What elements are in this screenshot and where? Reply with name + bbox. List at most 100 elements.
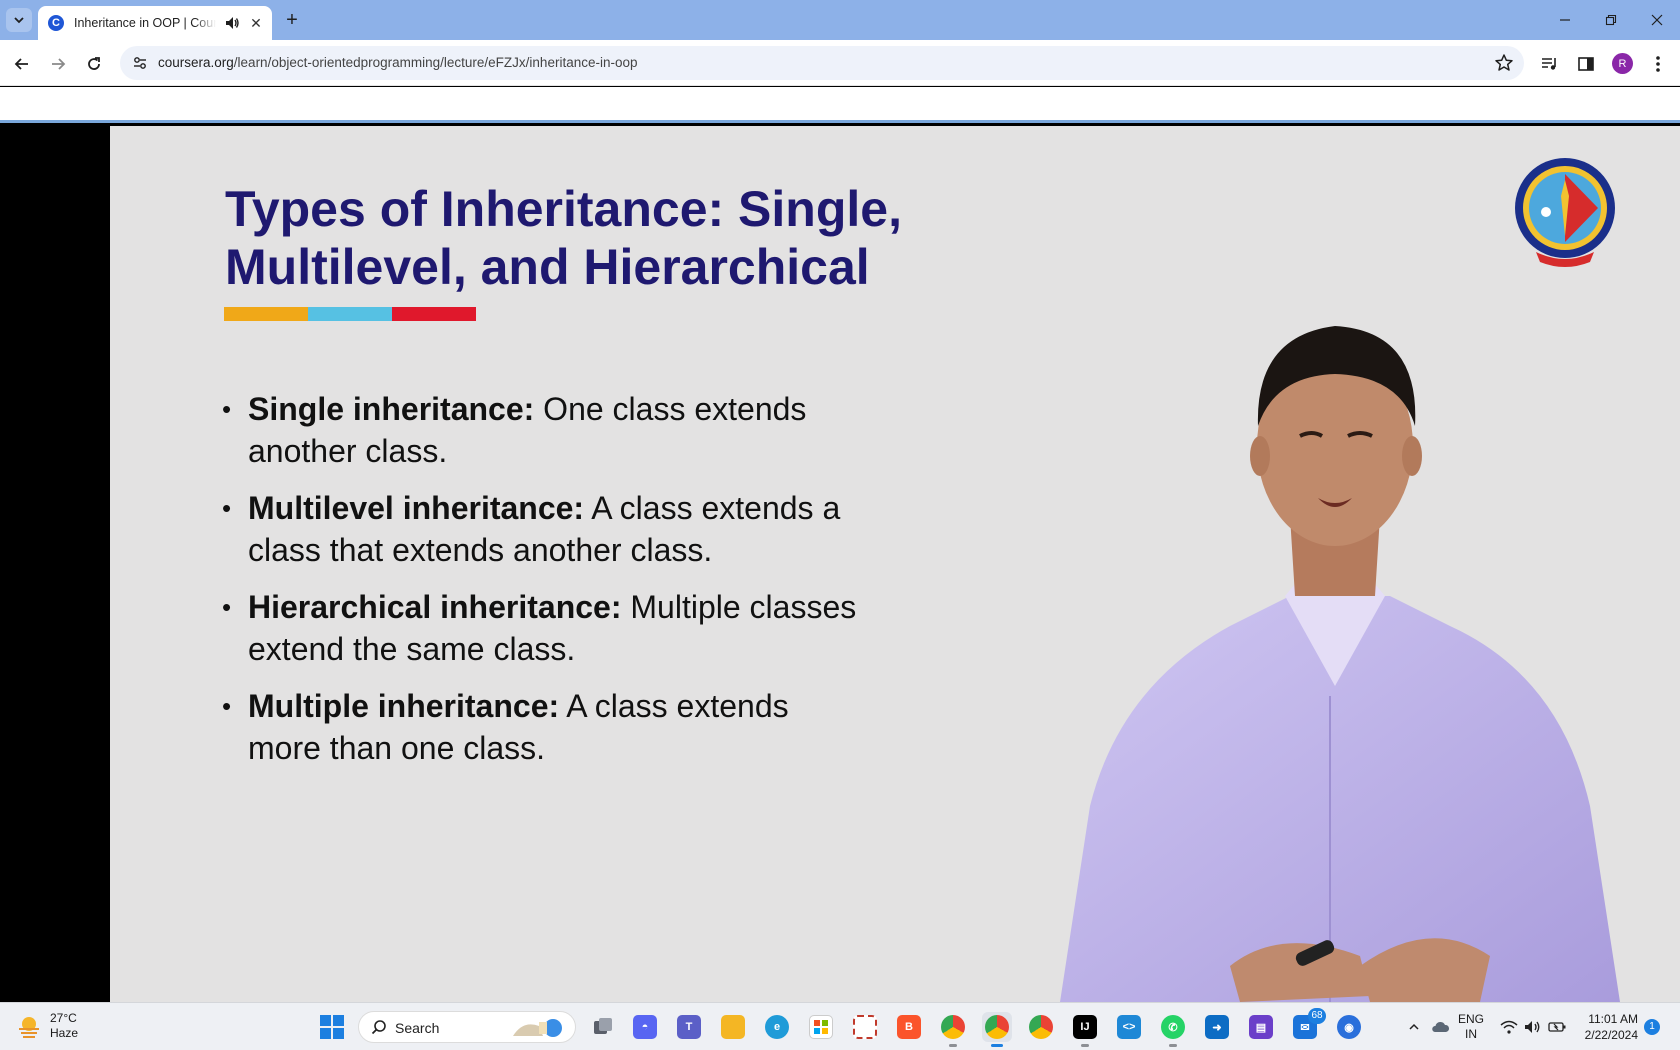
folder-icon [721,1015,745,1039]
lecture-video-player[interactable]: Types of Inheritance: Single, Multilevel… [0,126,1680,1002]
taskbar-app-clipchamp[interactable]: ▤ [1246,1012,1276,1042]
site-info-button[interactable] [128,51,152,75]
taskbar-app-whatsapp[interactable]: ✆ [1158,1012,1188,1047]
url-text[interactable]: coursera.org/learn/object-orientedprogra… [158,55,638,70]
taskbar-app-intellij[interactable]: IJ [1070,1012,1100,1047]
language-code: ENG [1458,1012,1485,1026]
teams-icon: T [677,1015,701,1039]
mail-unread-badge: 68 [1308,1008,1326,1024]
browser-menu-button[interactable] [1646,52,1670,76]
minimize-button[interactable] [1542,6,1588,34]
arrow-right-icon [52,58,66,70]
restore-button[interactable] [1588,6,1634,34]
taskbar-app-vscode[interactable]: <> [1114,1012,1144,1042]
brave-icon: B [897,1015,921,1039]
arrow-left-icon [14,58,28,70]
tune-icon [134,57,146,69]
list-item: Hierarchical inheritance: Multiple class… [222,586,862,670]
taskbar-app-chrome-profile-1[interactable] [938,1012,968,1047]
weather-temp: 27°C [50,1011,77,1025]
taskbar-app-brave[interactable]: B [894,1012,924,1042]
tab-close-button[interactable]: ✕ [248,15,264,31]
bookmark-star-icon[interactable] [1494,53,1514,73]
lecture-slide: Types of Inheritance: Single, Multilevel… [110,126,1680,1002]
edge-icon: e [765,1015,789,1039]
tab-title: Inheritance in OOP | Coursera [74,16,216,30]
speaker-icon[interactable] [224,15,240,31]
tab-search-button[interactable] [6,8,32,32]
taskbar-app-discord[interactable]: ◓ [630,1012,660,1042]
weather-widget[interactable]: 27°C Haze [16,1011,78,1041]
reload-button[interactable] [80,50,108,78]
search-placeholder: Search [395,1020,440,1036]
weather-condition: Haze [50,1026,79,1040]
playlist-music-icon [1542,58,1556,70]
wifi-tray-icon[interactable] [1498,1013,1520,1041]
speaker-icon [1525,1021,1540,1033]
taskbar-app-snipping-tool[interactable] [850,1012,880,1042]
close-window-button[interactable] [1634,6,1680,34]
taskbar-app-mail[interactable]: ✉ 68 [1290,1008,1326,1042]
start-button[interactable] [320,1015,344,1039]
list-item: Single inheritance: One class extends an… [222,388,862,472]
chrome-icon [1029,1015,1053,1039]
taskbar-app-chrome-profile-r[interactable] [982,1012,1012,1047]
windows-taskbar: 27°C Haze Search ◓ T e B IJ <> ✆ ➜ ▤ ✉ 6… [0,1002,1680,1050]
more-vertical-icon [1656,56,1660,72]
clock-time: 11:01 AM [1588,1012,1638,1026]
bullet-list: Single inheritance: One class extends an… [222,388,862,784]
task-view-icon [591,1015,615,1039]
forward-button[interactable] [44,50,72,78]
onedrive-tray-icon[interactable] [1428,1013,1452,1041]
battery-tray-icon[interactable] [1546,1013,1568,1041]
browser-toolbar: coursera.org/learn/object-orientedprogra… [0,40,1680,86]
taskbar-app-edge[interactable]: e [762,1012,792,1042]
system-clock[interactable]: 11:01 AM 2/22/2024 [1578,1011,1638,1043]
volume-tray-icon[interactable] [1522,1013,1544,1041]
tab-strip: C Inheritance in OOP | Coursera ✕ + [0,0,1680,40]
presenter-figure [1060,326,1620,1002]
restore-icon [1605,14,1617,26]
title-accent-bar [224,307,478,321]
page-header-strip [0,87,1680,123]
remote-desktop-icon: ➜ [1205,1015,1229,1039]
new-tab-button[interactable]: + [280,9,304,31]
task-view-button[interactable] [588,1012,618,1042]
url-path: /learn/object-orientedprogramming/lectur… [233,55,638,70]
taskbar-search-box[interactable]: Search [358,1011,576,1043]
notification-count-badge[interactable]: 1 [1644,1019,1660,1035]
taskbar-app-remote[interactable]: ➜ [1202,1012,1232,1042]
media-controls-button[interactable] [1538,52,1562,76]
search-icon [371,1020,386,1035]
list-item: Multiple inheritance: A class extends mo… [222,685,862,769]
haze-sun-icon [19,1017,39,1038]
taskbar-app-chrome[interactable] [1026,1012,1056,1042]
taskbar-app-teams[interactable]: T [674,1012,704,1042]
battery-icon [1548,1022,1566,1032]
bullet-term: Hierarchical inheritance: [248,589,622,625]
vscode-icon: <> [1117,1015,1141,1039]
search-highlight-art-icon [513,1019,562,1037]
chrome-icon [985,1015,1009,1039]
region-code: IN [1465,1027,1477,1041]
store-icon [809,1015,833,1039]
side-panel-button[interactable] [1574,52,1598,76]
taskbar-app-file-explorer[interactable] [718,1012,748,1042]
firefox-icon: ◉ [1337,1015,1361,1039]
snipping-tool-icon [853,1015,877,1039]
side-panel-icon [1578,57,1594,71]
chevron-up-icon [1409,1023,1419,1030]
tab-coursera[interactable]: C Inheritance in OOP | Coursera ✕ [38,6,272,40]
institute-seal-logo [1515,158,1615,267]
taskbar-app-store[interactable] [806,1012,836,1042]
intellij-icon: IJ [1073,1015,1097,1039]
address-bar[interactable]: coursera.org/learn/object-orientedprogra… [120,46,1524,80]
close-icon [1651,14,1663,26]
back-button[interactable] [8,50,36,78]
taskbar-app-firefox[interactable]: ◉ [1334,1012,1364,1042]
show-hidden-icons-button[interactable] [1404,1013,1424,1041]
profile-avatar[interactable]: R [1612,53,1633,74]
bullet-term: Multiple inheritance: [248,688,560,724]
whatsapp-icon: ✆ [1161,1015,1185,1039]
input-language-button[interactable]: ENG IN [1458,1012,1484,1042]
